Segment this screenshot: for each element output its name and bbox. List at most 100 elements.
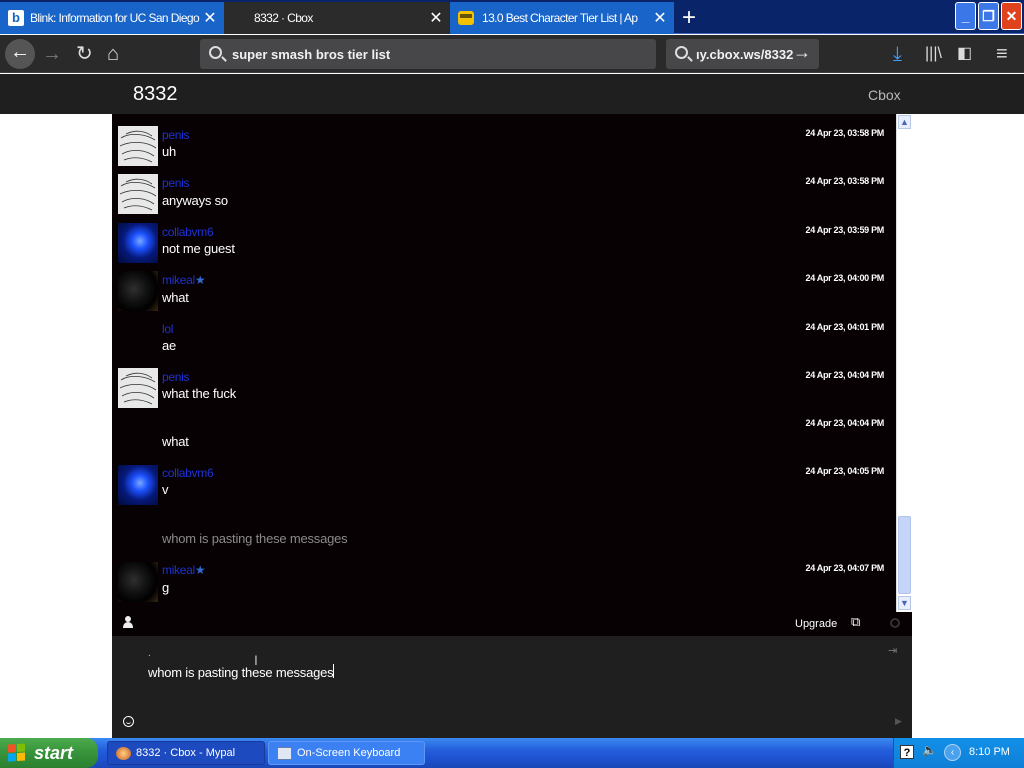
speaker-icon[interactable]: 🔈 xyxy=(922,743,937,757)
blink-favicon-icon: b xyxy=(8,10,24,26)
username[interactable]: lol xyxy=(162,322,173,336)
message-text: g xyxy=(162,580,170,595)
page-header: 8332 Cbox xyxy=(0,74,1024,114)
message-text: v xyxy=(162,482,169,497)
keyboard-icon xyxy=(277,747,292,760)
avatar[interactable] xyxy=(118,368,158,408)
system-tray: ? 🔈 ‹ 8:10 PM xyxy=(893,738,1024,768)
search-icon xyxy=(675,46,688,59)
emoji-icon[interactable] xyxy=(123,716,134,727)
close-tab-icon[interactable]: ✕ xyxy=(202,8,218,28)
user-icon[interactable] xyxy=(123,616,133,628)
avatar[interactable] xyxy=(118,174,158,214)
username[interactable]: penis xyxy=(162,370,190,384)
taskbar-item-label: 8332 · Cbox - Mypal xyxy=(136,747,236,759)
chat-message-list[interactable]: penis uh 24 Apr 23, 03:58 PM penis anywa… xyxy=(112,114,896,612)
search-value: super smash bros tier list xyxy=(232,46,391,62)
scrollbar-thumb[interactable] xyxy=(898,516,911,594)
chat-message: lol ae 24 Apr 23, 04:01 PM xyxy=(112,316,896,364)
scroll-down-arrow-icon[interactable]: ▼ xyxy=(898,596,911,610)
chat-message: penis uh 24 Apr 23, 03:58 PM xyxy=(112,122,896,170)
username-row[interactable]: mikeal★ xyxy=(162,273,206,287)
cbox-link[interactable]: Cbox xyxy=(868,87,901,103)
chat-toolbar: Upgrade ⧉ xyxy=(112,612,912,636)
tab-tier-list[interactable]: 13.0 Best Character Tier List | Ap ✕ xyxy=(450,2,674,34)
star-icon: ★ xyxy=(194,273,206,287)
username[interactable]: penis xyxy=(162,176,190,190)
windows-taskbar: start 8332 · Cbox - Mypal On-Screen Keyb… xyxy=(0,738,1024,768)
username-row[interactable]: mikeal★ xyxy=(162,563,206,577)
avatar[interactable] xyxy=(118,465,158,505)
chat-message: mikeal★ what 24 Apr 23, 04:00 PM xyxy=(112,267,896,315)
hamburger-menu-icon[interactable]: ≡ xyxy=(996,41,1008,67)
search-bar[interactable]: super smash bros tier list xyxy=(200,39,656,69)
message-composer: . I ⇥ ▶ xyxy=(112,636,912,738)
avatar[interactable] xyxy=(118,562,158,602)
back-arrow-icon[interactable]: ← xyxy=(5,39,35,69)
navigation-toolbar: ← → ↻ ⌂ super smash bros tier list ıy.cb… xyxy=(0,35,1024,73)
chat-message: collabvm6 v 24 Apr 23, 04:05 PM xyxy=(112,461,896,509)
sign-in-icon[interactable]: ⇥ xyxy=(888,644,897,657)
username[interactable]: collabvm6 xyxy=(162,466,214,480)
typing-indicator: . xyxy=(148,648,151,659)
sidebar-icon[interactable]: ◧ xyxy=(957,41,972,67)
chat-scrollbar[interactable]: ▲ ▼ xyxy=(896,114,912,612)
url-bar[interactable]: ıy.cbox.ws/8332 → xyxy=(666,39,819,69)
message-text: what xyxy=(162,434,189,449)
taskbar-item-mypal[interactable]: 8332 · Cbox - Mypal xyxy=(107,741,265,765)
go-arrow-icon[interactable]: → xyxy=(793,42,811,63)
start-button[interactable]: start xyxy=(0,738,98,768)
star-icon: ★ xyxy=(194,563,206,577)
username[interactable]: penis xyxy=(162,128,190,142)
sketch-avatar-icon xyxy=(119,372,157,405)
forward-arrow-icon[interactable]: → xyxy=(42,41,62,67)
mypal-browser-icon xyxy=(116,747,131,760)
library-icon[interactable]: |||\ xyxy=(925,41,942,67)
username[interactable]: mikeal xyxy=(162,563,195,577)
minimize-window-icon[interactable]: _ xyxy=(955,2,976,30)
message-text: not me guest xyxy=(162,241,235,256)
message-text: what xyxy=(162,290,189,305)
windows-logo-icon xyxy=(8,743,26,762)
tab-label: Blink: Information for UC San Diego xyxy=(30,11,200,25)
send-arrow-icon[interactable]: ▶ xyxy=(895,716,902,727)
tray-expand-arrow-icon[interactable]: ‹ xyxy=(944,744,961,761)
restore-window-icon[interactable]: ❐ xyxy=(978,2,999,30)
help-icon[interactable]: ? xyxy=(900,745,914,759)
popout-external-icon[interactable]: ⧉ xyxy=(851,614,860,630)
message-timestamp: 24 Apr 23, 04:00 PM xyxy=(805,273,884,283)
username[interactable]: collabvm6 xyxy=(162,225,214,239)
page-title: 8332 xyxy=(133,83,178,105)
avatar[interactable] xyxy=(118,271,158,311)
home-icon[interactable]: ⌂ xyxy=(107,41,119,67)
chat-message: collabvm6 not me guest 24 Apr 23, 03:59 … xyxy=(112,219,896,267)
close-tab-icon[interactable]: ✕ xyxy=(652,8,668,28)
message-timestamp: 24 Apr 23, 04:04 PM xyxy=(805,370,884,380)
close-window-icon[interactable]: ✕ xyxy=(1001,2,1022,30)
upgrade-link[interactable]: Upgrade xyxy=(795,618,837,630)
chat-message: what 24 Apr 23, 04:04 PM xyxy=(112,413,896,461)
download-icon[interactable]: ⤓ xyxy=(893,41,902,67)
pending-chat-message: whom is pasting these messages xyxy=(112,510,896,558)
new-tab-plus-icon[interactable]: + xyxy=(682,4,696,32)
message-text: anyways so xyxy=(162,193,228,208)
tab-cbox[interactable]: 8332 · Cbox ✕ xyxy=(224,2,450,34)
scroll-up-arrow-icon[interactable]: ▲ xyxy=(898,115,911,129)
avatar[interactable] xyxy=(118,223,158,263)
i-beam-cursor-icon: I xyxy=(254,652,258,668)
message-timestamp: 24 Apr 23, 03:58 PM xyxy=(805,128,884,138)
browser-tab-strip: b Blink: Information for UC San Diego ✕ … xyxy=(0,0,1024,34)
taskbar-item-keyboard[interactable]: On-Screen Keyboard xyxy=(268,741,425,765)
username[interactable]: mikeal xyxy=(162,273,195,287)
message-timestamp: 24 Apr 23, 04:01 PM xyxy=(805,322,884,332)
bus-favicon-icon xyxy=(458,11,474,25)
close-tab-icon[interactable]: ✕ xyxy=(428,8,444,28)
tab-blink[interactable]: b Blink: Information for UC San Diego ✕ xyxy=(0,2,224,34)
avatar[interactable] xyxy=(118,126,158,166)
message-timestamp: 24 Apr 23, 04:05 PM xyxy=(805,466,884,476)
message-text: whom is pasting these messages xyxy=(162,531,348,546)
reload-icon[interactable]: ↻ xyxy=(76,41,93,67)
message-timestamp: 24 Apr 23, 04:04 PM xyxy=(805,418,884,428)
sketch-avatar-icon xyxy=(119,178,157,211)
tab-label: 13.0 Best Character Tier List | Ap xyxy=(482,11,638,25)
